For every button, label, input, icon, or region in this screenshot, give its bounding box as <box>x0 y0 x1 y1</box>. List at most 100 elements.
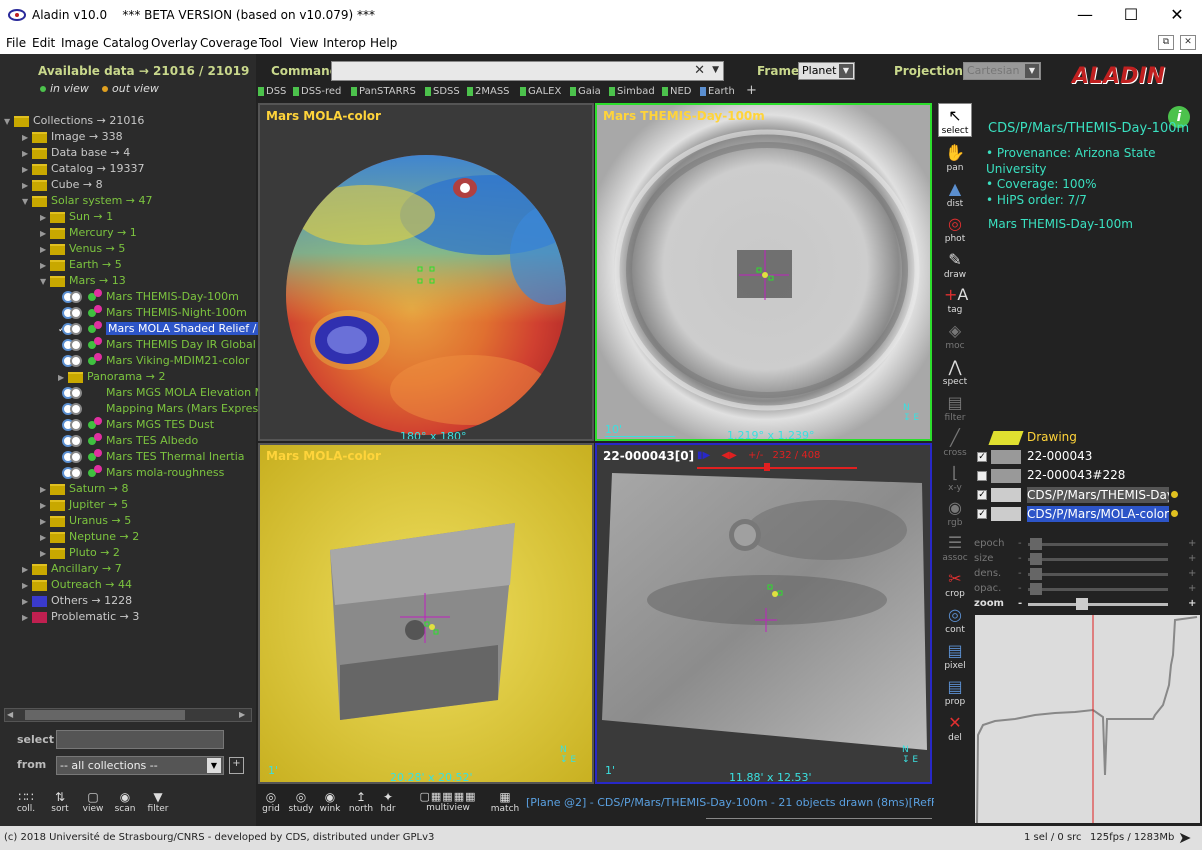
maximize-icon[interactable]: ☐ <box>1108 4 1154 28</box>
view-button[interactable]: ▢ view <box>80 790 106 814</box>
slider-handle[interactable] <box>1030 553 1042 565</box>
sort-button[interactable]: ⇅ sort <box>48 790 72 814</box>
tree-node[interactable]: Mapping Mars (Mars Express) <box>58 401 268 417</box>
tree-node[interactable]: ▶ Venus → 5 <box>40 241 125 257</box>
tree-node[interactable]: ✓Mars MOLA Shaded Relief / <box>58 321 259 337</box>
expand-right-icon[interactable]: ▶ <box>22 146 32 162</box>
tree-node[interactable]: Mars Viking-MDIM21-color <box>58 353 249 369</box>
menu-coverage[interactable]: Coverage <box>200 36 258 50</box>
menu-view[interactable]: View <box>290 36 318 50</box>
play-icon[interactable]: ◀▶ <box>721 450 736 461</box>
scroll-left-icon[interactable]: ◀ <box>7 710 17 720</box>
menu-edit[interactable]: Edit <box>32 36 55 50</box>
pixel-tool[interactable]: ▤ pixel <box>938 639 972 673</box>
catalog-dss[interactable]: DSS <box>258 86 286 97</box>
catalog-gaia[interactable]: Gaia <box>570 86 601 97</box>
tree-node[interactable]: ▶ Image → 338 <box>22 129 123 145</box>
frame-slider-handle[interactable] <box>764 463 770 471</box>
size-slider[interactable]: size - + <box>974 553 1199 565</box>
tree-node[interactable]: ▶ Earth → 5 <box>40 257 122 273</box>
expand-right-icon[interactable]: ▶ <box>40 530 50 546</box>
expand-right-icon[interactable]: ▶ <box>22 130 32 146</box>
view-4-image-22-000043[interactable]: 22-000043[0] ▮▶ ◀▶ +/- 232 / 408 1' 11.8… <box>595 443 932 784</box>
tree-node[interactable]: Mars THEMIS Day IR Global <box>58 337 256 353</box>
spect-tool[interactable]: ⋀ spect <box>938 355 972 389</box>
tree-node[interactable]: ▶ Outreach → 44 <box>22 577 132 593</box>
view-1-mola-globe[interactable]: Mars MOLA-color 180° x 180° <box>258 103 594 441</box>
epoch-slider[interactable]: epoch - + <box>974 538 1199 550</box>
first-frame-icon[interactable]: ▮▶ <box>697 450 710 461</box>
tree-node[interactable]: ▶ Saturn → 8 <box>40 481 129 497</box>
scroll-thumb[interactable] <box>25 710 185 720</box>
chevron-down-icon[interactable]: ▼ <box>207 758 221 773</box>
tree-node[interactable]: Mars mola-roughness <box>58 465 224 481</box>
scroll-right-icon[interactable]: ▶ <box>239 710 249 720</box>
menu-tool[interactable]: Tool <box>259 36 282 50</box>
chevron-down-icon[interactable]: ▼ <box>839 64 853 78</box>
layer-checkbox[interactable]: ✓ <box>977 489 987 500</box>
frame-slider[interactable] <box>697 467 857 469</box>
tree-node[interactable]: ▶ Jupiter → 5 <box>40 497 128 513</box>
layer-checkbox[interactable]: ✓ <box>977 508 987 519</box>
cross-tool[interactable]: ╱ cross <box>938 426 972 460</box>
projection-dropdown[interactable]: Cartesian ▼ <box>963 62 1041 80</box>
filter-button[interactable]: ▼ filter <box>146 790 170 814</box>
add-catalog-icon[interactable]: + <box>746 83 757 98</box>
message-scrollbar[interactable] <box>706 818 932 824</box>
add-collection-icon[interactable]: + <box>229 757 244 774</box>
menu-catalog[interactable]: Catalog <box>103 36 149 50</box>
filter-tool[interactable]: ▤ filter <box>938 391 972 425</box>
slider-handle[interactable] <box>1030 568 1042 580</box>
tree-node[interactable]: ▶ Mercury → 1 <box>40 225 137 241</box>
slider-handle[interactable] <box>1030 538 1042 550</box>
layer-22-000043-228[interactable]: 22-000043#228 <box>977 467 1125 483</box>
study-button[interactable]: ◎ study <box>288 790 314 814</box>
tree-horizontal-scrollbar[interactable]: ◀ ▶ <box>4 708 252 722</box>
catalog-galex[interactable]: GALEX <box>520 86 561 97</box>
tree-node[interactable]: Mars THEMIS-Day-100m <box>58 289 239 305</box>
hdr-button[interactable]: ✦ hdr <box>378 790 398 814</box>
expand-right-icon[interactable]: ▶ <box>40 258 50 274</box>
tree-node[interactable]: ▼ Mars → 13 <box>40 273 126 289</box>
multiview-button[interactable]: ▢▦▦▦▦ multiview <box>406 790 490 813</box>
pixel-histogram[interactable] <box>975 615 1200 824</box>
tree-node[interactable]: ▶ Cube → 8 <box>22 177 103 193</box>
frame-dropdown[interactable]: Planet ▼ <box>798 62 855 80</box>
prop-tool[interactable]: ▤ prop <box>938 675 972 709</box>
phot-tool[interactable]: ◎ phot <box>938 212 972 246</box>
from-dropdown[interactable]: -- all collections -- ▼ <box>56 756 224 775</box>
slider-handle[interactable] <box>1030 583 1042 595</box>
catalog-2mass[interactable]: 2MASS <box>467 86 510 97</box>
tree-node[interactable]: ▼ Solar system → 47 <box>22 193 153 209</box>
tree-node[interactable]: ▶ Data base → 4 <box>22 145 130 161</box>
tree-node[interactable]: ▶ Panorama → 2 <box>58 369 166 385</box>
pan-tool[interactable]: ✋ pan <box>938 141 972 175</box>
menu-file[interactable]: File <box>6 36 26 50</box>
moc-tool[interactable]: ◈ moc <box>938 319 972 353</box>
expand-right-icon[interactable]: ▶ <box>22 594 32 610</box>
expand-right-icon[interactable]: ▶ <box>22 610 32 626</box>
catalog-simbad[interactable]: Simbad <box>609 86 655 97</box>
view-2-themis-crater[interactable]: Mars THEMIS-Day-100m 10' 1.219° x 1.239°… <box>595 103 932 441</box>
tree-node[interactable]: ▶ Uranus → 5 <box>40 513 131 529</box>
layer-drawing[interactable]: Drawing <box>988 429 1077 445</box>
expand-right-icon[interactable]: ▶ <box>22 578 32 594</box>
expand-down-icon[interactable]: ▼ <box>4 114 14 130</box>
catalog-dss-red[interactable]: DSS-red <box>293 86 341 97</box>
tag-tool[interactable]: +A tag <box>938 283 972 317</box>
catalog-panstarrs[interactable]: PanSTARRS <box>351 86 416 97</box>
tree-node[interactable]: Mars TES Albedo <box>58 433 198 449</box>
tree-node[interactable]: Mars MGS TES Dust <box>58 417 214 433</box>
coll-button[interactable]: ∷∷ coll. <box>14 790 38 814</box>
expand-right-icon[interactable]: ▶ <box>40 210 50 226</box>
expand-down-icon[interactable]: ▼ <box>40 274 50 290</box>
clear-icon[interactable]: ✕ <box>694 63 705 78</box>
tree-node[interactable]: Mars MGS MOLA Elevation Mod <box>58 385 278 401</box>
expand-right-icon[interactable]: ▶ <box>22 162 32 178</box>
expand-right-icon[interactable]: ▶ <box>40 546 50 562</box>
menu-image[interactable]: Image <box>61 36 99 50</box>
expand-right-icon[interactable]: ▶ <box>22 178 32 194</box>
view-3-mola-zoom[interactable]: Mars MOLA-color 1' 20.28' x 20.52' N ↧ E <box>258 443 594 784</box>
expand-right-icon[interactable]: ▶ <box>40 514 50 530</box>
select-tool[interactable]: ↖ select <box>938 103 972 137</box>
